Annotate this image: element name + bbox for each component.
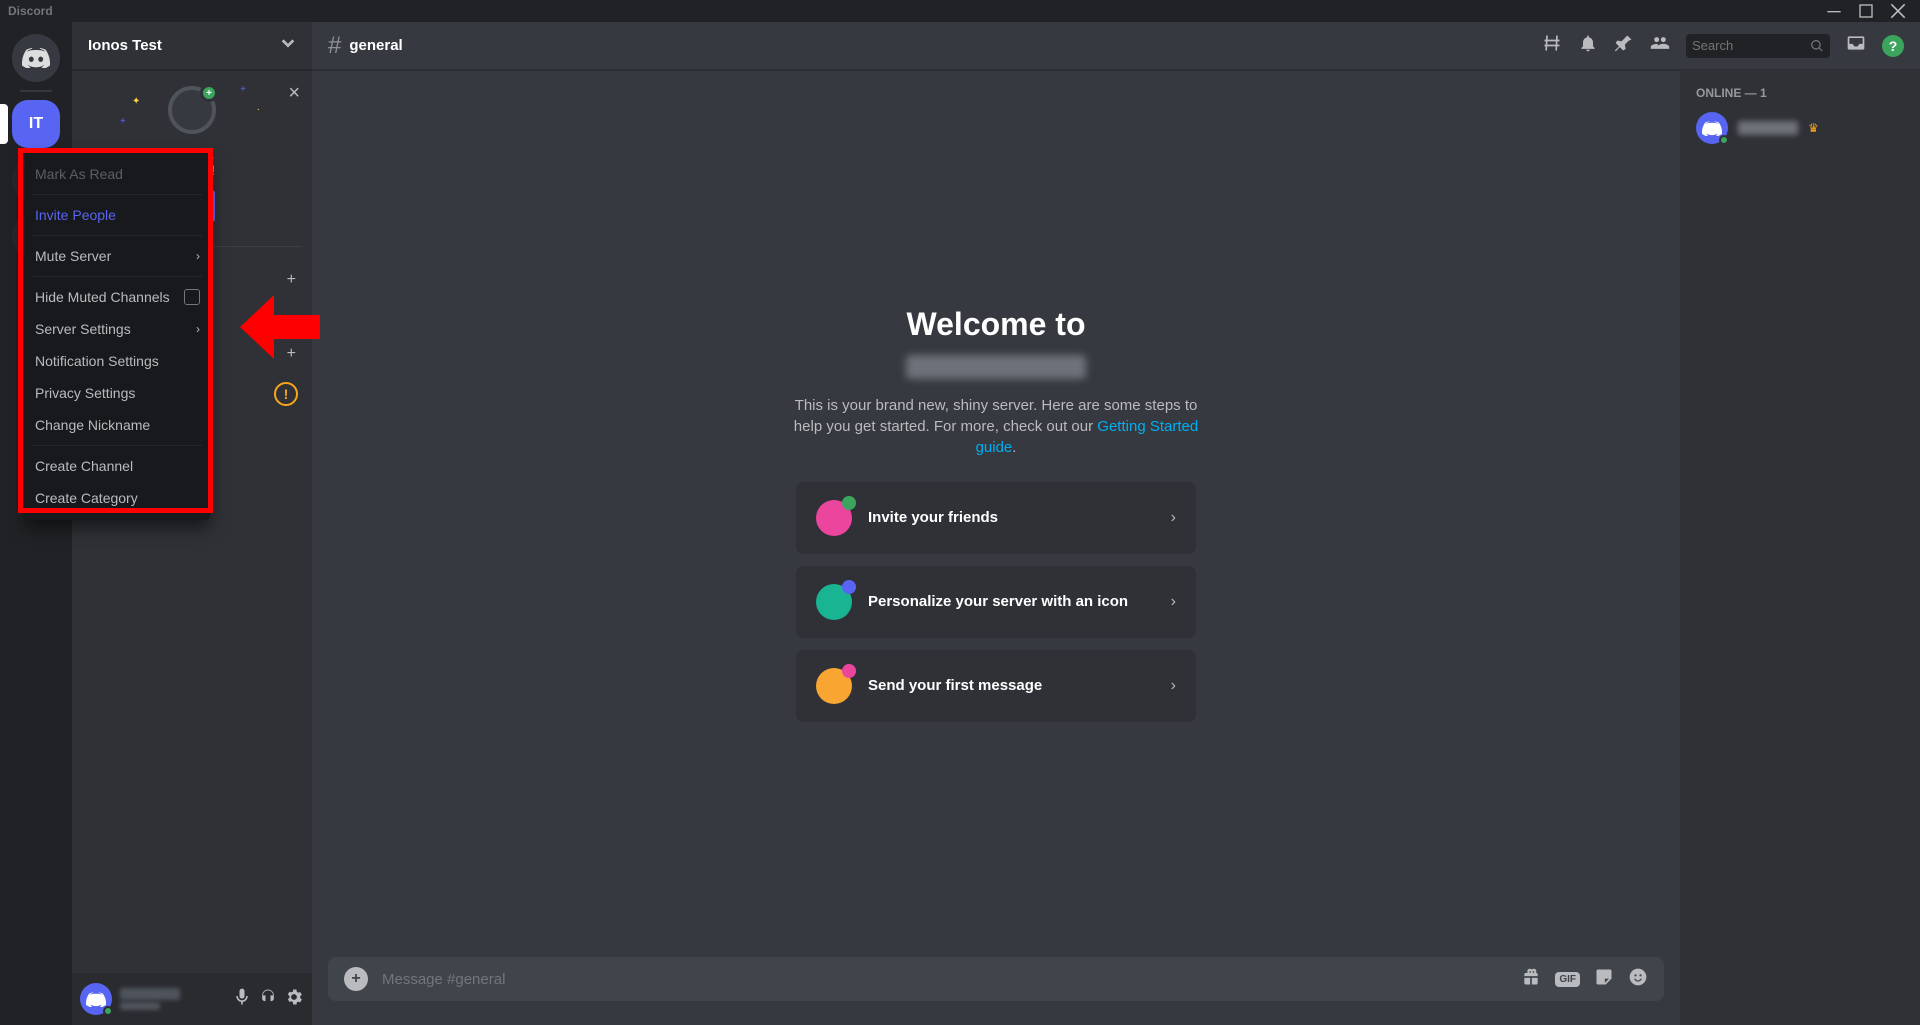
menu-separator — [33, 194, 202, 195]
channel-title: general — [349, 37, 402, 54]
user-panel — [72, 973, 312, 1025]
user-name — [120, 988, 180, 1000]
personalize-icon — [816, 584, 852, 620]
menu-create-category[interactable]: Create Category — [25, 482, 210, 514]
menu-create-channel[interactable]: Create Channel — [25, 450, 210, 482]
server-context-menu: Mark As Read Invite People Mute Server› … — [25, 152, 210, 520]
card-label: Invite your friends — [868, 509, 1155, 526]
message-input[interactable] — [382, 971, 1507, 988]
server-owner-crown-icon: ♛ — [1808, 121, 1819, 135]
settings-gear-icon[interactable] — [284, 987, 304, 1012]
notifications-bell-icon[interactable] — [1578, 33, 1598, 58]
menu-server-settings[interactable]: Server Settings› — [25, 313, 210, 345]
invite-friends-icon — [816, 500, 852, 536]
card-label: Send your first message — [868, 677, 1155, 694]
server-header[interactable]: Ionos Test — [72, 22, 312, 70]
threads-icon[interactable] — [1542, 33, 1562, 58]
plus-badge-icon: + — [200, 84, 218, 102]
chevron-right-icon: › — [196, 322, 200, 336]
app-title: Discord — [8, 4, 53, 18]
help-icon[interactable]: ? — [1882, 35, 1904, 57]
menu-privacy-settings[interactable]: Privacy Settings — [25, 377, 210, 409]
member-avatar — [1696, 112, 1728, 144]
close-icon[interactable]: × — [288, 82, 300, 105]
search-box[interactable] — [1686, 34, 1830, 58]
inbox-icon[interactable] — [1846, 33, 1866, 58]
server-ionos-test[interactable]: IT — [12, 100, 60, 148]
deafen-icon[interactable] — [258, 987, 278, 1012]
chevron-right-icon: › — [1171, 509, 1176, 527]
server-name: Ionos Test — [88, 37, 280, 54]
window-controls — [1820, 0, 1920, 22]
welcome-card-invite[interactable]: Invite your friends › — [796, 482, 1196, 554]
member-item[interactable]: ♛ — [1688, 108, 1912, 148]
menu-separator — [33, 445, 202, 446]
welcome-description: This is your brand new, shiny server. He… — [786, 395, 1206, 458]
sticker-icon[interactable] — [1594, 967, 1614, 992]
members-sidebar: ONLINE — 1 ♛ — [1680, 70, 1920, 1025]
menu-invite-people[interactable]: Invite People — [25, 199, 210, 231]
chat-area: Welcome to This is your brand new, shiny… — [312, 70, 1680, 1025]
user-name-block[interactable] — [120, 988, 232, 1010]
server-initials: IT — [29, 115, 43, 133]
close-button[interactable] — [1884, 0, 1912, 22]
menu-separator — [33, 276, 202, 277]
menu-mute-server[interactable]: Mute Server› — [25, 240, 210, 272]
search-icon — [1810, 38, 1824, 54]
home-button[interactable] — [12, 34, 60, 82]
card-label: Personalize your server with an icon — [868, 593, 1155, 610]
emoji-icon[interactable] — [1628, 967, 1648, 992]
mute-mic-icon[interactable] — [232, 987, 252, 1012]
hash-icon: # — [328, 32, 341, 60]
chevron-right-icon: › — [1171, 593, 1176, 611]
welcome-card-personalize[interactable]: Personalize your server with an icon › — [796, 566, 1196, 638]
chevron-right-icon: › — [1171, 677, 1176, 695]
menu-hide-muted-channels[interactable]: Hide Muted Channels — [25, 281, 210, 313]
chevron-right-icon: › — [196, 249, 200, 263]
menu-separator — [33, 235, 202, 236]
welcome-title: Welcome to — [907, 306, 1086, 343]
gif-icon[interactable]: GIF — [1555, 972, 1580, 987]
user-discriminator — [120, 1002, 160, 1010]
maximize-button[interactable] — [1852, 0, 1880, 22]
menu-change-nickname[interactable]: Change Nickname — [25, 409, 210, 441]
add-channel-icon[interactable]: + — [287, 345, 296, 363]
menu-mark-as-read[interactable]: Mark As Read — [25, 158, 210, 190]
server-avatar-placeholder[interactable]: + — [168, 86, 216, 134]
member-name — [1738, 121, 1798, 135]
status-online-icon — [1719, 135, 1729, 145]
attach-plus-icon[interactable]: + — [344, 967, 368, 991]
chevron-down-icon — [280, 35, 296, 56]
titlebar: Discord — [0, 0, 1920, 22]
welcome-server-name — [906, 355, 1086, 379]
warning-badge-icon — [274, 382, 298, 406]
pinned-icon[interactable] — [1614, 33, 1634, 58]
search-input[interactable] — [1692, 38, 1810, 53]
add-channel-icon[interactable]: + — [287, 271, 296, 289]
checkbox-icon — [184, 289, 200, 305]
welcome-screen: Welcome to This is your brand new, shiny… — [312, 70, 1680, 957]
channel-header: # general ? — [312, 22, 1920, 70]
status-online-icon — [103, 1006, 113, 1016]
user-avatar[interactable] — [80, 983, 112, 1015]
menu-notification-settings[interactable]: Notification Settings — [25, 345, 210, 377]
minimize-button[interactable] — [1820, 0, 1848, 22]
first-message-icon — [816, 668, 852, 704]
message-input-bar: + GIF — [328, 957, 1664, 1001]
members-icon[interactable] — [1650, 33, 1670, 58]
members-online-header: ONLINE — 1 — [1688, 86, 1912, 108]
server-separator — [20, 90, 52, 92]
main-content: # general ? Welcome to — [312, 22, 1920, 1025]
welcome-card-message[interactable]: Send your first message › — [796, 650, 1196, 722]
gift-icon[interactable] — [1521, 967, 1541, 992]
